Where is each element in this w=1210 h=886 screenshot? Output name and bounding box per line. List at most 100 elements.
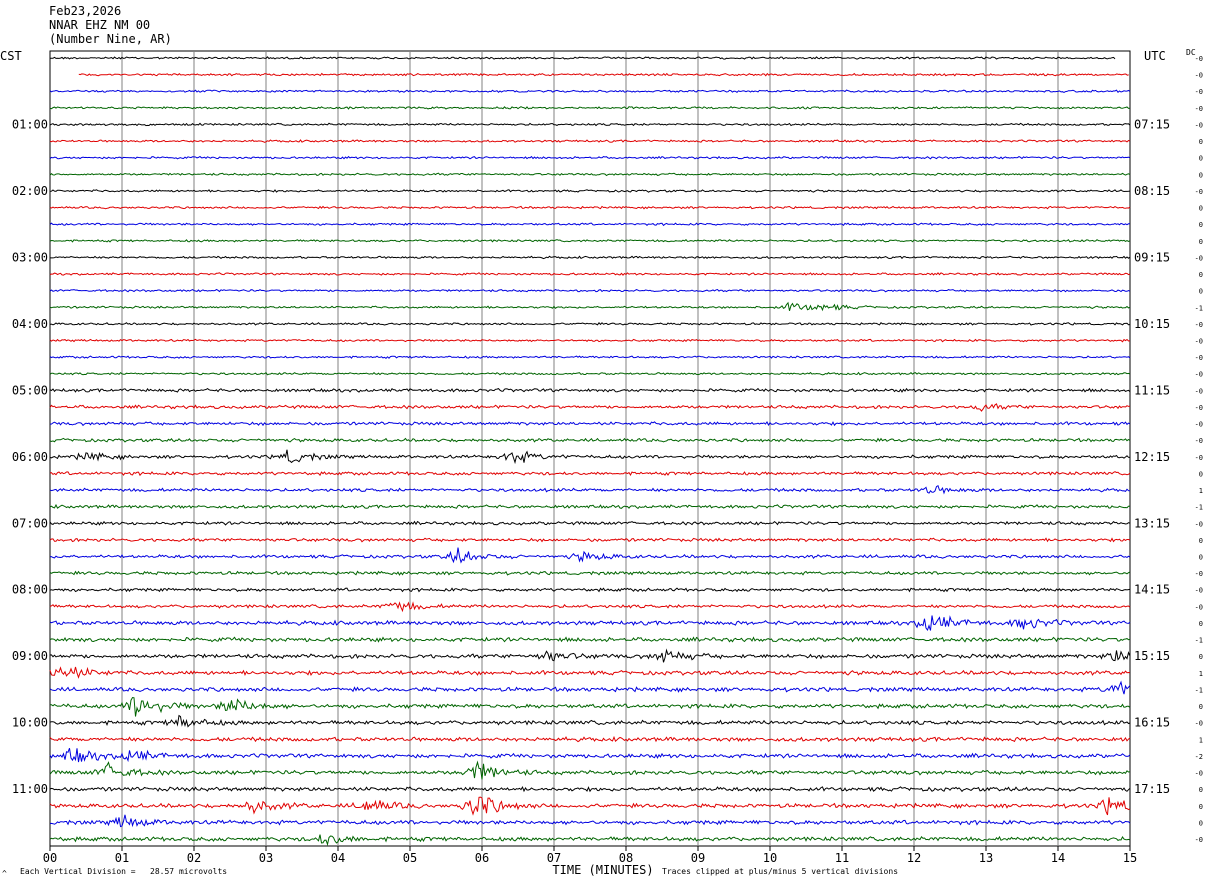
x-tick-label: 02: [187, 851, 201, 865]
right-hour-label: 09:15: [1134, 250, 1170, 264]
dc-offset-value: -2: [1195, 753, 1203, 761]
dc-offset-value: -0: [1195, 55, 1203, 63]
dc-offset-value: 0: [1199, 238, 1203, 246]
trace-line: [49, 648, 1131, 663]
trace-line: [49, 437, 1131, 443]
dc-offset-value: 0: [1199, 703, 1203, 711]
trace-line: [49, 172, 1131, 177]
dc-offset-value: -0: [1195, 836, 1203, 844]
dc-offset-value: 0: [1199, 138, 1203, 146]
x-tick-label: 04: [331, 851, 345, 865]
dc-offset-value: -0: [1195, 371, 1203, 379]
trace-line: [49, 205, 1131, 210]
x-tick-label: 06: [475, 851, 489, 865]
trace-line: [49, 785, 1131, 793]
dc-offset-value: -1: [1195, 504, 1203, 512]
dc-offset-value: -0: [1195, 121, 1203, 129]
trace-line: [49, 570, 1131, 576]
right-hour-label: 13:15: [1134, 516, 1170, 530]
dc-offset-value: 0: [1199, 803, 1203, 811]
left-hour-label: 10:00: [12, 716, 48, 730]
dc-offset-value: 0: [1199, 554, 1203, 562]
x-tick-label: 10: [763, 851, 777, 865]
trace-line: [49, 735, 1131, 743]
plot-frame: [49, 50, 1131, 847]
left-hour-label: 04:00: [12, 317, 48, 331]
dc-offset-value: -0: [1195, 387, 1203, 395]
trace-line: [49, 89, 1131, 94]
left-hour-label: 07:00: [12, 516, 48, 530]
left-hour-label: 05:00: [12, 383, 48, 397]
trace-line: [49, 471, 1131, 477]
dc-offset-value: 0: [1199, 786, 1203, 794]
dc-offset-value: -0: [1195, 603, 1203, 611]
left-hour-label: 02:00: [12, 184, 48, 198]
dc-offset-value: 0: [1199, 221, 1203, 229]
right-hour-label: 11:15: [1134, 383, 1170, 397]
dc-offset-value: 1: [1199, 487, 1203, 495]
dc-offset-value: 0: [1199, 537, 1203, 545]
dc-offset-value: 1: [1199, 670, 1203, 678]
trace-line: [49, 547, 1131, 564]
x-tick-label: 03: [259, 851, 273, 865]
dc-offset-value: -1: [1195, 637, 1203, 645]
trace-line: [49, 122, 1131, 127]
trace-line: [49, 814, 1131, 828]
x-tick-label: 05: [403, 851, 417, 865]
trace-line: [49, 636, 1131, 643]
trace-line: [49, 449, 1131, 465]
dc-offset-value: -0: [1195, 72, 1203, 80]
dc-offset-value: -0: [1195, 321, 1203, 329]
right-hour-label: 10:15: [1134, 317, 1170, 331]
trace-line: [49, 106, 1131, 110]
dc-offset-value: -0: [1195, 437, 1203, 445]
trace-line: [49, 403, 1131, 412]
trace-line: [49, 748, 1131, 763]
trace-line: [49, 239, 1131, 243]
trace-line: [49, 421, 1131, 427]
trace-line: [50, 696, 1131, 717]
x-tick-label: 00: [43, 851, 57, 865]
right-hour-label: 12:15: [1134, 450, 1170, 464]
dc-offset-value: -0: [1195, 188, 1203, 196]
trace-line: [49, 301, 1131, 312]
dc-offset-value: 0: [1199, 470, 1203, 478]
trace-line: [49, 155, 1131, 160]
trace-line: [49, 714, 1131, 728]
trace-line: [49, 387, 1131, 393]
dc-offset-value: 0: [1199, 171, 1203, 179]
right-hour-label: 16:15: [1134, 716, 1170, 730]
trace-line: [49, 355, 1131, 359]
dc-offset-value: 1: [1199, 736, 1203, 744]
x-tick-label: 13: [979, 851, 993, 865]
trace-line: [49, 587, 1131, 593]
left-hour-label: 08:00: [12, 583, 48, 597]
dc-offset-value: -0: [1195, 105, 1203, 113]
trace-line: [49, 503, 1131, 510]
dc-offset-value: 0: [1199, 205, 1203, 213]
dc-offset-value: -0: [1195, 587, 1203, 595]
dc-offset-value: -0: [1195, 770, 1203, 778]
trace-line: [49, 484, 1131, 495]
trace-line: [49, 615, 1131, 632]
left-hour-label: 11:00: [12, 782, 48, 796]
dc-offset-value: 0: [1199, 155, 1203, 163]
trace-line: [50, 255, 1131, 260]
dc-offset-value: -0: [1195, 254, 1203, 262]
dc-offset-value: -0: [1195, 720, 1203, 728]
dc-offset-value: -0: [1195, 354, 1203, 362]
dc-offset-value: -0: [1195, 337, 1203, 345]
x-tick-label: 14: [1051, 851, 1065, 865]
vertical-scale-note: Each Vertical Division = 28.57 microvolt…: [20, 867, 228, 876]
right-hour-label: 07:15: [1134, 117, 1170, 131]
right-hour-label: 17:15: [1134, 782, 1170, 796]
dc-offset-value: -0: [1195, 520, 1203, 528]
trace-line: [49, 796, 1131, 816]
dc-offset-value: 0: [1199, 819, 1203, 827]
trace-line: [78, 72, 1129, 77]
trace-line: [49, 760, 1131, 780]
x-tick-label: 11: [835, 851, 849, 865]
x-tick-label: 12: [907, 851, 921, 865]
trace-line: [49, 338, 1131, 343]
right-hour-label: 08:15: [1134, 184, 1170, 198]
